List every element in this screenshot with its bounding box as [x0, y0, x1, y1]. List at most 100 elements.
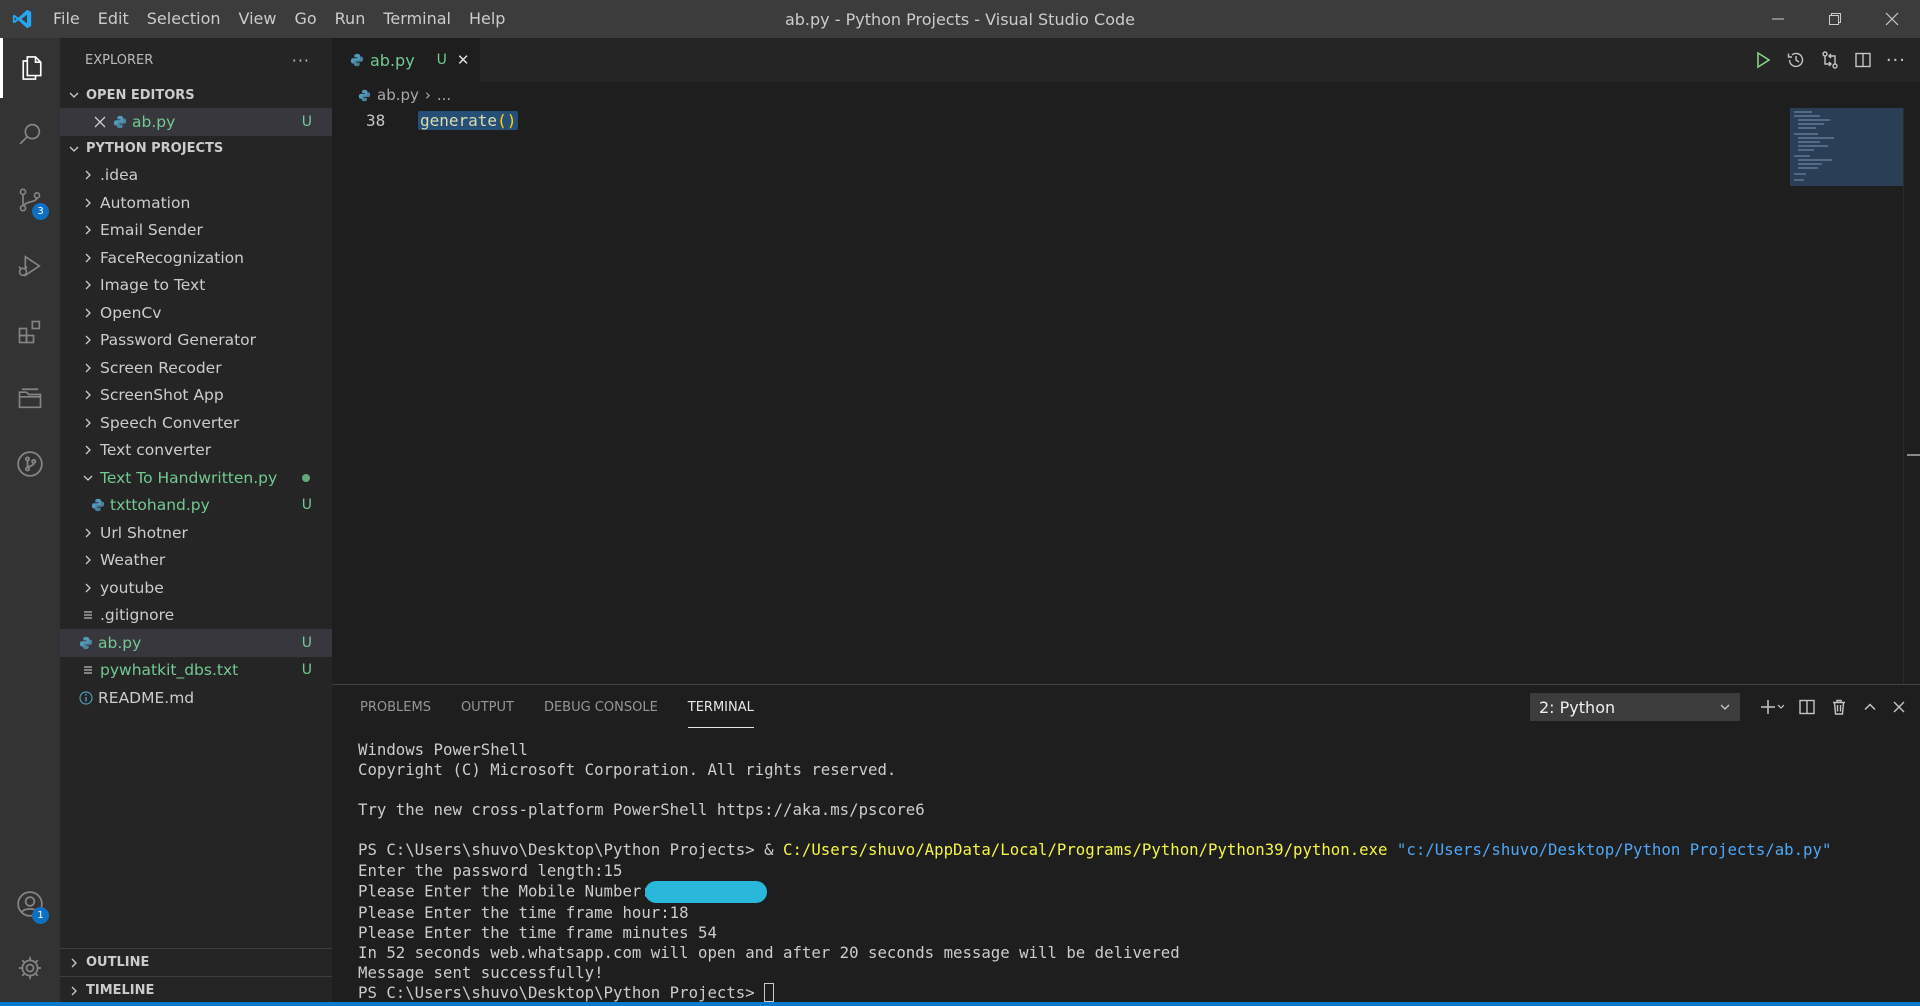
- terminal-select[interactable]: 2: Python: [1530, 693, 1740, 721]
- source-control-button[interactable]: 3: [0, 170, 60, 230]
- tree-item-label: Automation: [100, 193, 191, 212]
- tab-terminal[interactable]: TERMINAL: [687, 687, 754, 728]
- code-line-selected[interactable]: generate(): [418, 111, 519, 130]
- extensions-button[interactable]: [0, 302, 60, 362]
- tree-file[interactable]: txttohand.py U: [60, 492, 332, 520]
- menu-run[interactable]: Run: [326, 0, 375, 38]
- breadcrumb-file[interactable]: ab.py: [377, 86, 419, 104]
- open-changes-icon[interactable]: [1786, 50, 1806, 70]
- compare-changes-icon[interactable]: [1820, 50, 1840, 70]
- timeline-section[interactable]: TIMELINE: [60, 976, 332, 1004]
- search-button[interactable]: [0, 104, 60, 164]
- status-badge: U: [301, 497, 312, 514]
- breadcrumb-separator: ›: [424, 86, 431, 104]
- tree-folder-open[interactable]: Text To Handwritten.py: [60, 464, 332, 492]
- tree-folder[interactable]: .idea: [60, 162, 332, 190]
- tree-folder[interactable]: Speech Converter: [60, 409, 332, 437]
- tab-debug-console[interactable]: DEBUG CONSOLE: [544, 700, 658, 715]
- new-terminal-icon[interactable]: [1760, 698, 1784, 716]
- manage-button[interactable]: [0, 938, 60, 998]
- minimap[interactable]: [1790, 108, 1903, 186]
- menu-file[interactable]: File: [44, 0, 89, 38]
- chevron-right-icon: [66, 955, 82, 971]
- close-window-button[interactable]: [1863, 0, 1920, 38]
- terminal-line: Message sent successfully!: [358, 962, 604, 982]
- tree-folder[interactable]: FaceRecognization: [60, 244, 332, 272]
- tree-file[interactable]: .gitignore: [60, 602, 332, 630]
- status-badge: U: [301, 634, 312, 651]
- tab-problems[interactable]: PROBLEMS: [360, 700, 431, 715]
- tab-ab-py[interactable]: ab.py U ✕: [332, 38, 480, 82]
- python-file-icon: [90, 497, 106, 513]
- maximize-panel-icon[interactable]: [1862, 699, 1878, 715]
- menu-view[interactable]: View: [230, 0, 286, 38]
- outline-section[interactable]: OUTLINE: [60, 948, 332, 976]
- tree-folder[interactable]: Weather: [60, 547, 332, 575]
- explorer-button[interactable]: [0, 38, 60, 98]
- menu-terminal[interactable]: Terminal: [374, 0, 460, 38]
- tree-folder[interactable]: Image to Text: [60, 272, 332, 300]
- status-badge: U: [301, 113, 312, 130]
- restore-button[interactable]: [1806, 0, 1863, 38]
- tree-item-label: Screen Recoder: [100, 358, 222, 377]
- terminal-output[interactable]: Windows PowerShell Copyright (C) Microsof…: [358, 740, 1831, 1003]
- split-editor-icon[interactable]: [1854, 51, 1872, 69]
- account-badge: 1: [32, 907, 49, 924]
- status-badge: U: [301, 662, 312, 679]
- run-python-file-icon[interactable]: [1754, 51, 1772, 69]
- tab-status: U: [436, 52, 447, 68]
- explorer-more-button[interactable]: ···: [292, 51, 310, 70]
- gear-icon: [16, 954, 44, 982]
- tree-folder[interactable]: Url Shotner: [60, 519, 332, 547]
- terminal-amp: &: [764, 840, 784, 860]
- python-file-icon: [350, 53, 364, 67]
- menu-selection[interactable]: Selection: [138, 0, 230, 38]
- scrollbar-cursor-marker: [1907, 454, 1920, 456]
- vscode-logo-icon: [0, 0, 44, 38]
- menu-help[interactable]: Help: [460, 0, 514, 38]
- tree-folder[interactable]: OpenCv: [60, 299, 332, 327]
- more-actions-icon[interactable]: ···: [1886, 50, 1906, 71]
- terminal-line: Copyright (C) Microsoft Corporation. All…: [358, 760, 897, 780]
- tree-folder[interactable]: Screen Recoder: [60, 354, 332, 382]
- trash-icon[interactable]: [1830, 698, 1848, 716]
- breadcrumb-symbols[interactable]: ...: [437, 86, 451, 104]
- tree-file[interactable]: README.md: [60, 684, 332, 712]
- tree-folder[interactable]: Password Generator: [60, 327, 332, 355]
- outline-title: OUTLINE: [86, 955, 150, 970]
- chevron-right-icon: [80, 332, 96, 348]
- close-icon[interactable]: [92, 114, 108, 130]
- menu-go[interactable]: Go: [285, 0, 325, 38]
- accounts-button[interactable]: 1: [0, 874, 60, 934]
- tree-file[interactable]: pywhatkit_dbs.txt U: [60, 657, 332, 685]
- activity-bar: 3 1: [0, 38, 60, 1006]
- folder-stack-icon: [16, 384, 44, 412]
- tree-folder[interactable]: Email Sender: [60, 217, 332, 245]
- split-terminal-icon[interactable]: [1798, 698, 1816, 716]
- timeline-title: TIMELINE: [86, 983, 155, 998]
- tree-file-selected[interactable]: ab.py U: [60, 629, 332, 657]
- tab-close-button[interactable]: ✕: [457, 51, 470, 69]
- run-debug-button[interactable]: [0, 236, 60, 296]
- minimize-button[interactable]: [1749, 0, 1806, 38]
- tree-folder[interactable]: Automation: [60, 189, 332, 217]
- python-file-icon: [78, 635, 94, 651]
- tree-folder[interactable]: youtube: [60, 574, 332, 602]
- tab-output[interactable]: OUTPUT: [461, 700, 514, 715]
- remote-explorer-button[interactable]: [0, 368, 60, 428]
- project-section[interactable]: PYTHON PROJECTS: [60, 136, 332, 162]
- terminal-line: Please Enter the time frame hour:18: [358, 902, 689, 922]
- terminal-mobile-line: Please Enter the Mobile Number:: [358, 880, 1831, 903]
- close-panel-icon[interactable]: [1892, 700, 1906, 714]
- open-editors-section[interactable]: OPEN EDITORS: [60, 82, 332, 108]
- open-editor-item[interactable]: ab.py U: [60, 108, 332, 136]
- tree-item-label: FaceRecognization: [100, 248, 244, 267]
- code-editor[interactable]: 38 generate(): [332, 108, 1920, 684]
- editor-scrollbar[interactable]: [1903, 108, 1920, 684]
- menu-edit[interactable]: Edit: [89, 0, 138, 38]
- git-graph-button[interactable]: [0, 434, 60, 494]
- tree-folder[interactable]: ScreenShot App: [60, 382, 332, 410]
- terminal-arg: "c:/Users/shuvo/Desktop/Python Projects/…: [1387, 840, 1832, 860]
- terminal-line: In 52 seconds web.whatsapp.com will open…: [358, 942, 1180, 962]
- tree-folder[interactable]: Text converter: [60, 437, 332, 465]
